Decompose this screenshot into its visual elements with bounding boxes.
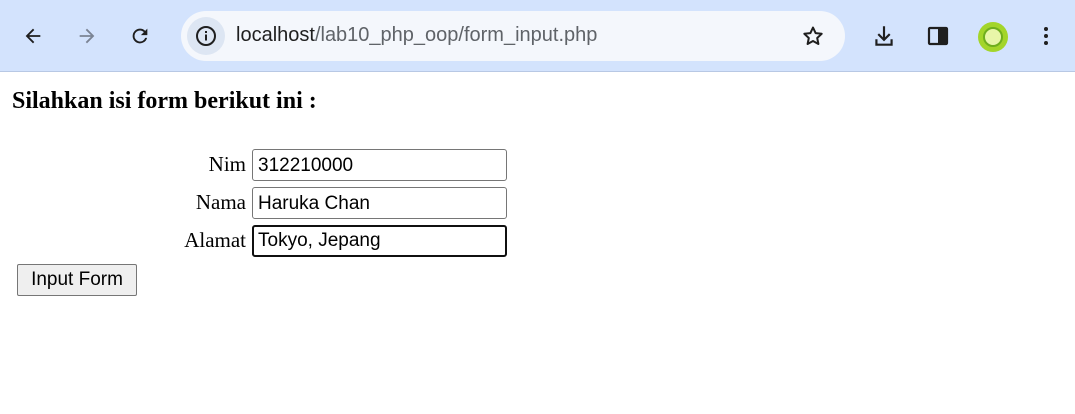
side-panel-button[interactable] xyxy=(920,18,956,54)
avatar-image xyxy=(983,27,1003,47)
forward-button[interactable] xyxy=(69,18,105,54)
alamat-label: Alamat xyxy=(184,228,246,252)
input-form-button[interactable]: Input Form xyxy=(17,264,137,296)
bookmark-button[interactable] xyxy=(801,24,825,53)
url-host: localhost xyxy=(236,24,315,46)
arrow-right-icon xyxy=(79,28,95,44)
download-icon xyxy=(875,26,893,46)
nim-input[interactable] xyxy=(252,149,507,181)
menu-button[interactable] xyxy=(1028,18,1064,54)
star-icon xyxy=(803,26,823,45)
url-path: /lab10_php_oop/form_input.php xyxy=(314,24,598,46)
address-bar[interactable]: localhost/lab10_php_oop/form_input.php xyxy=(181,11,845,61)
side-panel-icon xyxy=(927,26,949,46)
nama-input[interactable] xyxy=(252,187,507,219)
nim-label: Nim xyxy=(208,152,246,176)
back-button[interactable] xyxy=(15,18,51,54)
download-button[interactable] xyxy=(866,18,902,54)
kebab-menu-icon xyxy=(1044,27,1048,45)
alamat-input[interactable] xyxy=(252,225,507,257)
nama-label: Nama xyxy=(195,190,246,214)
reload-button[interactable] xyxy=(122,18,158,54)
profile-avatar[interactable] xyxy=(978,22,1008,52)
info-circle-icon xyxy=(196,26,216,46)
reload-icon xyxy=(132,28,148,44)
url-text[interactable]: localhost/lab10_php_oop/form_input.php xyxy=(236,24,597,47)
arrow-left-icon xyxy=(25,28,41,44)
page-title: Silahkan isi form berikut ini : xyxy=(12,88,317,114)
site-info-button[interactable] xyxy=(187,17,225,55)
browser-toolbar: localhost/lab10_php_oop/form_input.php xyxy=(0,0,1075,72)
